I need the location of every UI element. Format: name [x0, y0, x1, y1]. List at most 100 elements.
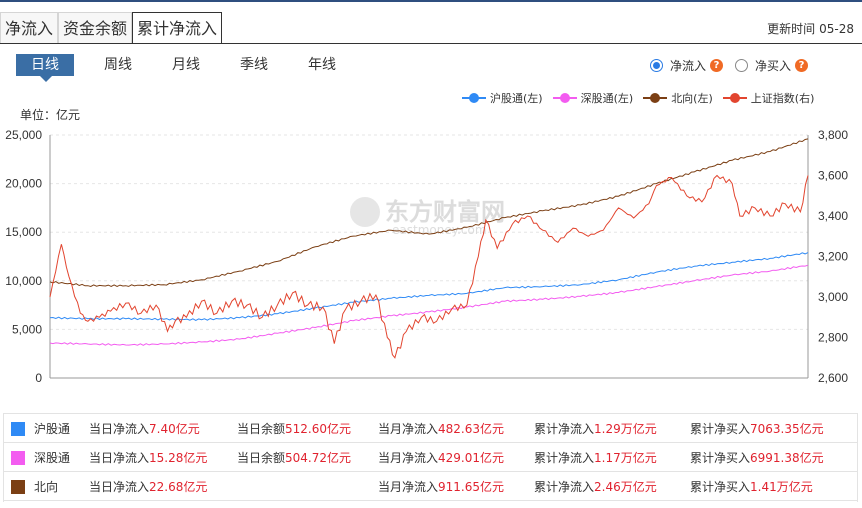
metric-radio-group: 净流入 ? 净买入 ? — [650, 57, 820, 74]
cell-value: 7.40亿元 — [149, 421, 200, 436]
radio-unchecked-icon[interactable] — [735, 59, 749, 72]
summary-cell: 累计净流入1.29万亿元 — [534, 413, 690, 443]
cell-label: 累计净买入 — [690, 479, 751, 494]
cell-label: 当日净流入 — [89, 450, 150, 465]
cell-value: 504.72亿元 — [285, 450, 352, 465]
summary-cell: 当月净流入429.01亿元 — [378, 442, 534, 472]
cell-label: 累计净流入 — [534, 479, 595, 494]
series-line-2 — [49, 264, 809, 346]
left-axis-tick-label: 10,000 — [5, 274, 42, 288]
summary-cell: 当月净流入482.63亿元 — [378, 413, 534, 443]
cell-value: 1.41万亿元 — [750, 479, 813, 494]
row-name: 深股通 — [34, 450, 71, 465]
top-border — [0, 0, 862, 2]
legend-marker-icon — [722, 93, 747, 103]
legend-marker-icon — [643, 93, 668, 103]
summary-cell: 累计净流入1.17万亿元 — [534, 442, 690, 472]
cell-label: 累计净流入 — [534, 421, 595, 436]
cell-value: 1.29万亿元 — [594, 421, 657, 436]
line-chart[interactable]: 0 5,000 10,000 15,000 20,000 25,000 2,600 2,800… — [0, 120, 862, 395]
legend-marker-icon — [552, 93, 577, 103]
radio-net-buy-label: 净买入 — [755, 59, 792, 73]
summary-row-sh: 沪股通 当日净流入7.40亿元 当日余额512.60亿元 当月净流入482.63… — [3, 413, 858, 443]
summary-cell: 累计净买入7063.35亿元 — [690, 413, 858, 443]
right-axis-tick-label: 3,600 — [818, 169, 848, 183]
summary-cell: 累计净买入1.41万亿元 — [690, 471, 858, 501]
legend-item-sz[interactable]: 深股通(左) — [552, 90, 633, 106]
cell-label: 累计净买入 — [690, 421, 751, 436]
period-weekly[interactable]: 周线 — [84, 54, 152, 76]
period-yearly[interactable]: 年线 — [288, 54, 356, 76]
cell-value: 7063.35亿元 — [750, 421, 824, 436]
cell-value: 482.63亿元 — [438, 421, 505, 436]
left-axis-tick-label: 5,000 — [12, 322, 42, 336]
watermark-logo-icon — [350, 197, 380, 227]
cell-label: 当月净流入 — [378, 450, 439, 465]
color-swatch-icon — [11, 451, 25, 465]
summary-table: 沪股通 当日净流入7.40亿元 当日余额512.60亿元 当月净流入482.63… — [3, 413, 858, 501]
legend-label: 上证指数(右) — [750, 92, 815, 105]
left-axis-tick-label: 15,000 — [5, 225, 42, 239]
legend-item-north[interactable]: 北向(左) — [643, 90, 713, 106]
right-axis-tick-label: 2,600 — [818, 371, 848, 385]
tab-net-inflow[interactable]: 净流入 — [0, 12, 59, 44]
radio-net-inflow[interactable]: 净流入 ? — [650, 57, 724, 74]
radio-net-inflow-label: 净流入 — [670, 59, 707, 73]
update-time: 更新时间 05-28 — [763, 20, 854, 37]
cell-label: 当月净流入 — [378, 479, 439, 494]
update-time-value: 05-28 — [819, 22, 854, 36]
summary-cell: 当日净流入22.68亿元 — [89, 471, 237, 501]
legend-item-index[interactable]: 上证指数(右) — [722, 90, 815, 106]
right-axis-tick-label: 2,800 — [818, 331, 848, 345]
radio-checked-icon[interactable] — [650, 59, 663, 72]
cell-value: 15.28亿元 — [149, 450, 208, 465]
radio-net-buy[interactable]: 净买入 ? — [735, 57, 809, 74]
legend-item-sh[interactable]: 沪股通(左) — [462, 90, 543, 106]
cell-label: 当月净流入 — [378, 421, 439, 436]
cell-value: 1.17万亿元 — [594, 450, 657, 465]
right-axis-tick-label: 3,200 — [818, 250, 848, 264]
summary-name-cell: 北向 — [3, 471, 89, 501]
color-swatch-icon — [11, 422, 25, 436]
period-monthly[interactable]: 月线 — [152, 54, 220, 76]
left-axis-tick-label: 25,000 — [5, 128, 42, 142]
legend-marker-icon — [462, 93, 486, 103]
update-time-label: 更新时间 — [767, 22, 816, 36]
cell-label: 当日净流入 — [89, 479, 150, 494]
legend-label: 沪股通(左) — [490, 92, 543, 105]
period-daily[interactable]: 日线 — [16, 54, 74, 82]
right-axis-tick-label: 3,800 — [818, 128, 848, 142]
summary-cell: 当日余额504.72亿元 — [237, 442, 378, 472]
row-name: 沪股通 — [34, 421, 71, 436]
period-selector: 日线 周线 月线 季线 年线 — [16, 54, 356, 82]
cell-value: 22.68亿元 — [149, 479, 208, 494]
cell-label: 累计净买入 — [690, 450, 751, 465]
tab-underline — [0, 43, 862, 44]
summary-row-north: 北向 当日净流入22.68亿元 当月净流入911.65亿元 累计净流入2.46万… — [3, 471, 858, 501]
question-icon[interactable]: ? — [795, 59, 809, 72]
left-axis-tick-label: 0 — [35, 371, 42, 385]
summary-cell: 累计净买入6991.38亿元 — [690, 442, 858, 472]
cell-value: 512.60亿元 — [285, 421, 352, 436]
tab-fund-balance[interactable]: 资金余额 — [58, 12, 133, 44]
watermark-subtext: eastmoney.com — [392, 223, 487, 237]
left-axis-tick-label: 20,000 — [5, 177, 42, 191]
series-line-1 — [49, 252, 809, 321]
chart-legend: 沪股通(左) 深股通(左) 北向(左) 上证指数(右) — [462, 90, 824, 106]
question-icon[interactable]: ? — [710, 59, 724, 72]
tab-bar: 净流入 资金余额 累计净流入 — [0, 12, 223, 44]
cell-label: 当日净流入 — [89, 421, 150, 436]
color-swatch-icon — [11, 480, 25, 494]
cell-value: 6991.38亿元 — [750, 450, 824, 465]
period-quarterly[interactable]: 季线 — [220, 54, 288, 76]
legend-label: 北向(左) — [671, 92, 713, 105]
summary-cell: 累计净流入2.46万亿元 — [534, 471, 690, 501]
summary-name-cell: 深股通 — [3, 442, 89, 472]
cell-value: 2.46万亿元 — [594, 479, 657, 494]
summary-cell: 当日净流入15.28亿元 — [89, 442, 237, 472]
right-axis-tick-label: 3,400 — [818, 209, 848, 223]
summary-row-sz: 深股通 当日净流入15.28亿元 当日余额504.72亿元 当月净流入429.0… — [3, 442, 858, 472]
tab-cumulative-inflow[interactable]: 累计净流入 — [132, 12, 223, 44]
cell-value: 911.65亿元 — [438, 479, 505, 494]
cell-value: 429.01亿元 — [438, 450, 505, 465]
